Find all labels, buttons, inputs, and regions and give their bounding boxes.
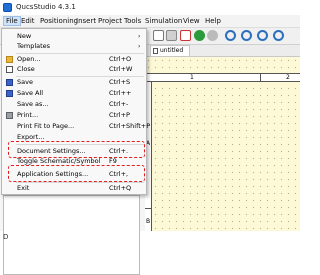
ruler-column-2: 2 [286, 74, 290, 81]
menu-edit[interactable]: Edit [21, 17, 35, 25]
menu-item-save-as[interactable]: Save as... Ctrl+- [2, 99, 146, 110]
schematic-frame-top-ruler: 1 2 [145, 73, 300, 82]
menu-help[interactable]: Help [205, 17, 221, 25]
toolbar-zoom-1to1-icon[interactable] [273, 30, 284, 41]
menu-simulation[interactable]: Simulation [145, 17, 182, 25]
annotation-highlight-document-settings [8, 141, 145, 158]
save-all-icon [6, 90, 13, 97]
title-bar: QucsStudio 4.3.1 [0, 0, 300, 16]
menu-item-exit[interactable]: Exit Ctrl+Q [2, 183, 146, 194]
menu-item-save[interactable]: Save Ctrl+S [2, 77, 146, 88]
menu-project[interactable]: Project [98, 17, 122, 25]
printer-icon [6, 112, 13, 119]
toolbar-zoom-in-icon[interactable] [241, 30, 252, 41]
toolbar-doc-icon[interactable] [153, 30, 164, 41]
toolbar-undo-icon[interactable] [194, 30, 205, 41]
ruler-divider [260, 74, 261, 82]
menu-item-save-all[interactable]: Save All Ctrl++ [2, 88, 146, 99]
open-folder-icon [6, 56, 13, 63]
document-tab-bar: untitled [145, 45, 300, 57]
qucsstudio-app-icon [3, 3, 12, 12]
tab-untitled[interactable]: untitled [150, 45, 190, 56]
menu-file[interactable]: File [3, 16, 21, 26]
toolbar-zoom-out-icon[interactable] [257, 30, 268, 41]
submenu-arrow-icon: › [138, 43, 141, 50]
toolbar-copy-icon[interactable] [166, 30, 177, 41]
annotation-highlight-application-settings [8, 165, 145, 182]
schematic-file-icon [153, 48, 158, 54]
menu-view[interactable]: View [183, 17, 200, 25]
component-list[interactable] [3, 195, 140, 275]
toolbar-redo-icon[interactable] [207, 30, 218, 41]
window-title: QucsStudio 4.3.1 [16, 3, 76, 11]
menu-item-templates[interactable]: Templates › [2, 41, 146, 52]
menu-item-print[interactable]: Print... Ctrl+P [2, 110, 146, 121]
close-file-icon [6, 66, 13, 73]
menu-bar: File Edit Positioning Insert Project Too… [0, 15, 300, 28]
menu-item-print-fit[interactable]: Print Fit to Page... Ctrl+Shift+P [2, 121, 150, 132]
menu-insert[interactable]: Insert [76, 17, 96, 25]
toolbar-delete-icon[interactable] [180, 30, 191, 41]
schematic-canvas[interactable] [145, 57, 300, 231]
menu-tools[interactable]: Tools [124, 17, 141, 25]
toolbar-zoom-fit-icon[interactable] [225, 30, 236, 41]
menu-item-close[interactable]: Close Ctrl+W [2, 64, 146, 75]
ruler-row-divider [145, 208, 152, 209]
ruler-row-b: B [146, 218, 151, 225]
save-icon [6, 79, 13, 86]
ruler-column-1: 1 [190, 74, 194, 81]
tab-label: untitled [160, 47, 184, 54]
menu-positioning[interactable]: Positioning [40, 17, 78, 25]
